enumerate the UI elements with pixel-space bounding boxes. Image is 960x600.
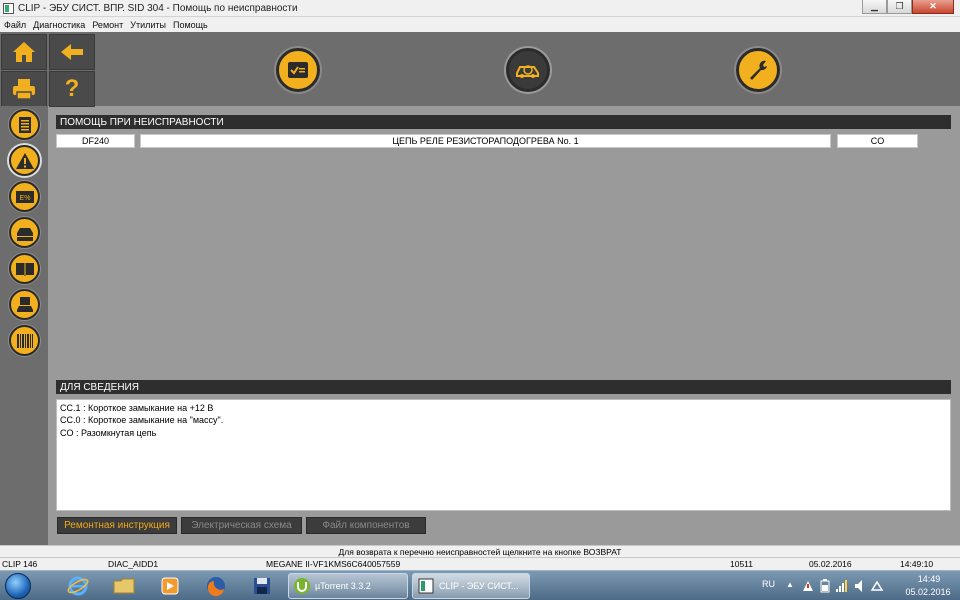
component-file-tab[interactable]: Файл компонентов (306, 517, 426, 534)
status-time: 14:49:10 (900, 559, 934, 569)
window-title: CLIP - ЭБУ СИСТ. ВПР. SID 304 - Помощь п… (18, 2, 298, 14)
firefox-icon (207, 577, 225, 597)
checklist-icon (288, 62, 308, 78)
info-header: ДЛЯ СВЕДЕНИЯ (56, 380, 951, 394)
repair-instruction-tab[interactable]: Ремонтная инструкция (57, 517, 177, 534)
app-icon (3, 2, 14, 14)
maximize-button[interactable]: ❐ (887, 0, 912, 14)
taskbar-firefox[interactable] (196, 573, 236, 599)
taskbar-window-clip[interactable]: CLIP - ЭБУ СИСТ... (412, 573, 530, 599)
keyboard-input-icon[interactable] (870, 580, 884, 592)
clock-date[interactable]: 05.02.2016 (900, 587, 956, 597)
fault-status: CO (837, 134, 918, 148)
status-number: 10511 (730, 559, 754, 569)
info-text-box: CC.1 : Короткое замыкание на +12 В CC.0 … (56, 399, 951, 511)
minimize-button[interactable]: ▁ (862, 0, 887, 14)
window-controls: ▁ ❐ ✕ (862, 0, 954, 14)
svg-text:E%: E% (19, 195, 30, 202)
status-date: 05.02.2016 (809, 559, 852, 569)
floppy-save-icon (254, 578, 270, 594)
close-button[interactable]: ✕ (912, 0, 954, 14)
sidebar-barcode-button[interactable] (9, 325, 40, 356)
file-explorer-icon (113, 578, 135, 594)
vehicle-data-icon (16, 227, 33, 241)
windows-taskbar: µTorrent 3.3.2 CLIP - ЭБУ СИСТ... RU ▲ 1… (0, 570, 960, 600)
media-player-icon (161, 577, 179, 595)
taskbar-window-label: CLIP - ЭБУ СИСТ... (439, 581, 519, 591)
taskbar-explorer[interactable] (104, 573, 144, 599)
clip-app-icon (418, 578, 434, 594)
print-button[interactable] (1, 71, 47, 107)
menu-utilities[interactable]: Утилиты (130, 20, 166, 30)
help-button[interactable]: ? (49, 71, 95, 107)
wrench-icon (750, 60, 767, 80)
help-icon: ? (64, 75, 80, 102)
sidebar-document-button[interactable] (9, 109, 40, 140)
status-vehicle: MEGANE II-VF1KMS6C640057559 (266, 559, 401, 569)
menu-bar: Файл Диагностика Ремонт Утилиты Помощь (0, 17, 960, 32)
status-clip-version: CLIP 146 (2, 559, 38, 569)
status-diag-id: DIAC_AIDD1 (108, 559, 159, 569)
sidebar-faults-button[interactable] (9, 145, 40, 176)
printer-icon (13, 79, 35, 100)
back-button[interactable] (49, 34, 95, 70)
sidebar-vehicle-data-button[interactable] (9, 217, 40, 248)
parameters-icon: E% (15, 190, 34, 203)
network-signal-icon[interactable] (836, 580, 848, 592)
internet-explorer-icon (67, 576, 89, 596)
sidebar-parameters-button[interactable]: E% (9, 181, 40, 212)
menu-file[interactable]: Файл (4, 20, 26, 30)
status-message: Для возврата к перечню неисправностей ще… (0, 545, 960, 557)
sidebar-vehicle-save-button[interactable] (9, 289, 40, 320)
document-icon (18, 116, 31, 133)
clock-time[interactable]: 14:49 (906, 574, 952, 584)
home-icon (13, 42, 35, 62)
fault-help-header: ПОМОЩЬ ПРИ НЕИСПРАВНОСТИ (56, 115, 951, 129)
sidebar-manual-button[interactable] (9, 253, 40, 284)
menu-repair[interactable]: Ремонт (92, 20, 123, 30)
fault-list-button[interactable] (276, 48, 320, 92)
start-button[interactable] (5, 573, 31, 599)
info-line: CO : Разомкнутая цепь (60, 427, 157, 438)
left-sidebar: E% (0, 106, 48, 545)
barcode-icon (16, 333, 33, 348)
utorrent-icon (294, 578, 310, 594)
back-arrow-icon (61, 44, 83, 60)
system-tray: RU ▲ 14:49 05.02.2016 (760, 571, 960, 600)
taskbar-save-app[interactable] (242, 573, 282, 599)
home-button[interactable] (1, 34, 47, 70)
battery-icon[interactable] (820, 579, 830, 593)
menu-diagnostics[interactable]: Диагностика (33, 20, 85, 30)
warning-icon (15, 152, 34, 169)
action-center-icon[interactable] (802, 580, 814, 592)
volume-icon[interactable] (854, 579, 866, 593)
wiring-diagram-tab[interactable]: Электрическая схема (181, 517, 302, 534)
menu-help[interactable]: Помощь (173, 20, 208, 30)
vehicle-diagnostic-button[interactable] (506, 48, 550, 92)
taskbar-window-utorrent[interactable]: µTorrent 3.3.2 (288, 573, 408, 599)
vehicle-save-icon (16, 296, 33, 312)
language-indicator[interactable]: RU (762, 579, 775, 589)
info-line: CC.0 : Короткое замыкание на "массу". (60, 415, 224, 426)
manual-icon (15, 262, 34, 276)
show-hidden-icons-icon[interactable]: ▲ (786, 580, 794, 589)
status-bar: CLIP 146 DIAC_AIDD1 MEGANE II-VF1KMS6C64… (0, 557, 960, 570)
fault-description: ЦЕПЬ РЕЛЕ РЕЗИСТОРАПОДОГРЕВА No. 1 (140, 134, 831, 148)
info-line: CC.1 : Короткое замыкание на +12 В (60, 403, 214, 413)
fault-code: DF240 (56, 134, 135, 148)
repair-button[interactable] (736, 48, 780, 92)
title-bar: CLIP - ЭБУ СИСТ. ВПР. SID 304 - Помощь п… (0, 0, 960, 17)
taskbar-media-player[interactable] (150, 573, 190, 599)
main-toolbar: ? (0, 32, 960, 107)
taskbar-ie[interactable] (58, 573, 98, 599)
taskbar-window-label: µTorrent 3.3.2 (315, 581, 371, 591)
car-diagnostic-icon (516, 65, 539, 78)
